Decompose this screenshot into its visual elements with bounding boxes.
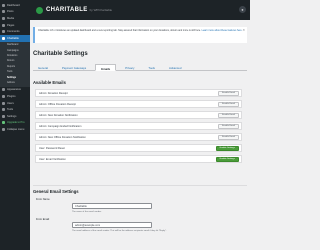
brand-name: CHARITABLE (46, 7, 88, 13)
from-name-label: From Name (36, 198, 50, 201)
sidebar-item-users[interactable]: Users (0, 100, 30, 107)
sidebar-item-label: Posts (7, 10, 14, 14)
email-row: Admin: Offline Donation Receipt Enable Em… (35, 100, 242, 108)
email-row: Admin: New Donation Notification Enable E… (35, 111, 242, 119)
charitable-header: CHARITABLE by WPCharitable ● (30, 0, 250, 20)
sidebar-item-dashboard[interactable]: Dashboard (0, 2, 30, 9)
sidebar-item-label: Tools (7, 108, 14, 112)
enable-email-button[interactable]: Enable Email (218, 134, 239, 140)
page-title: Charitable Settings (33, 51, 88, 57)
brand-tag: by WPCharitable (89, 8, 113, 12)
email-name: Admin: Campaign Ended Notification (39, 124, 82, 128)
section-divider (33, 185, 247, 186)
sidebar-item-charitable[interactable]: Charitable (0, 34, 30, 42)
comments-icon (2, 30, 5, 34)
sidebar-item-label: Collapse menu (7, 128, 25, 132)
bell-icon[interactable]: ● (239, 6, 246, 13)
admin-sidebar: Dashboard Posts Media Pages Comments Cha… (0, 0, 30, 250)
posts-icon (2, 10, 5, 14)
from-email-field[interactable] (72, 222, 152, 228)
sidebar-item-label: Appearance (7, 88, 21, 92)
email-settings-button[interactable]: Enable Settings (215, 145, 239, 151)
email-row: User: Email Verification Enable Settings (35, 155, 242, 163)
sidebar-item-label: Media (7, 16, 15, 20)
notice-link[interactable]: Learn more about these features here. (202, 29, 243, 32)
tab-tools[interactable]: Tools (143, 64, 160, 71)
tab-privacy[interactable]: Privacy (120, 64, 139, 71)
from-name-help: The name of the email sender. (72, 211, 102, 213)
available-emails-title: Available Emails (33, 80, 66, 85)
tab-general[interactable]: General (33, 64, 53, 71)
charitable-submenu: Dashboard Campaigns Donations Donors Rep… (0, 41, 30, 87)
sidebar-item-upgrade[interactable]: Upgrade to Pro (0, 120, 30, 127)
sidebar-item-appearance[interactable]: Appearance (0, 87, 30, 94)
notice-text: Charitable 1.8.x introduces an updated d… (38, 29, 201, 32)
sidebar-item-label: Upgrade to Pro (7, 121, 25, 125)
close-icon[interactable]: ✕ (242, 28, 245, 32)
tab-advanced[interactable]: Advanced (164, 64, 186, 71)
media-icon (2, 16, 5, 20)
sidebar-item-label: Pages (7, 23, 15, 27)
sidebar-collapse-menu[interactable]: Collapse menu (0, 126, 30, 133)
plugins-icon (2, 95, 5, 99)
pages-icon (2, 23, 5, 27)
dashboard-icon (2, 3, 5, 7)
charitable-logo-icon (36, 6, 43, 14)
sidebar-item-settings[interactable]: Settings (0, 113, 30, 120)
sidebar-item-label: Dashboard (7, 3, 20, 7)
email-row: Admin: New Offline Donation Notification… (35, 133, 242, 141)
email-settings-button[interactable]: Enable Settings (215, 156, 239, 162)
upgrade-icon (2, 121, 5, 125)
from-email-help: The email address of the email sender. T… (72, 230, 167, 232)
enable-email-button[interactable]: Enable Email (218, 112, 239, 118)
sidebar-item-comments[interactable]: Comments (0, 28, 30, 35)
general-email-title: General Email Settings (33, 189, 79, 194)
email-row: User: Password Reset Enable Settings (35, 144, 242, 152)
sidebar-item-pages[interactable]: Pages (0, 22, 30, 29)
sidebar-item-tools[interactable]: Tools (0, 106, 30, 113)
sidebar-item-plugins[interactable]: Plugins (0, 93, 30, 100)
tab-emails[interactable]: Emails (95, 64, 117, 71)
appearance-icon (2, 88, 5, 92)
sidebar-item-label: Plugins (7, 95, 16, 99)
email-name: User: Password Reset (39, 146, 65, 150)
enable-email-button[interactable]: Enable Email (218, 101, 239, 107)
from-email-label: From Email (36, 218, 50, 221)
email-name: Admin: New Offline Donation Notification (39, 135, 86, 139)
email-name: Admin: Offline Donation Receipt (39, 102, 76, 106)
settings-tabs: General Payment Gateways Emails Privacy … (33, 64, 247, 71)
main-content: CHARITABLE by WPCharitable ● Charitable … (30, 0, 250, 250)
collapse-icon (2, 128, 5, 132)
sidebar-item-label: Settings (7, 114, 17, 118)
email-name: User: Email Verification (39, 157, 66, 161)
brand: CHARITABLE by WPCharitable (36, 6, 113, 14)
email-name: Admin: Donation Receipt (39, 91, 68, 95)
sidebar-item-label: Users (7, 101, 14, 105)
from-name-field[interactable] (72, 203, 152, 209)
sidebar-item-label: Charitable (7, 36, 19, 40)
email-row: Admin: Campaign Ended Notification Enable… (35, 122, 242, 130)
info-notice: Charitable 1.8.x introduces an updated d… (33, 27, 247, 43)
tab-payment-gateways[interactable]: Payment Gateways (57, 64, 91, 71)
sidebar-item-posts[interactable]: Posts (0, 9, 30, 16)
submenu-item-addons[interactable]: Addons (0, 80, 30, 85)
email-row: Admin: Donation Receipt Enable Email (35, 89, 242, 97)
users-icon (2, 101, 5, 105)
email-name: Admin: New Donation Notification (39, 113, 78, 117)
sidebar-item-label: Comments (7, 30, 20, 34)
charitable-icon (2, 36, 5, 40)
enable-email-button[interactable]: Enable Email (218, 90, 239, 96)
settings-icon (2, 114, 5, 118)
sidebar-item-media[interactable]: Media (0, 15, 30, 22)
enable-email-button[interactable]: Enable Email (218, 123, 239, 129)
tools-icon (2, 108, 5, 112)
